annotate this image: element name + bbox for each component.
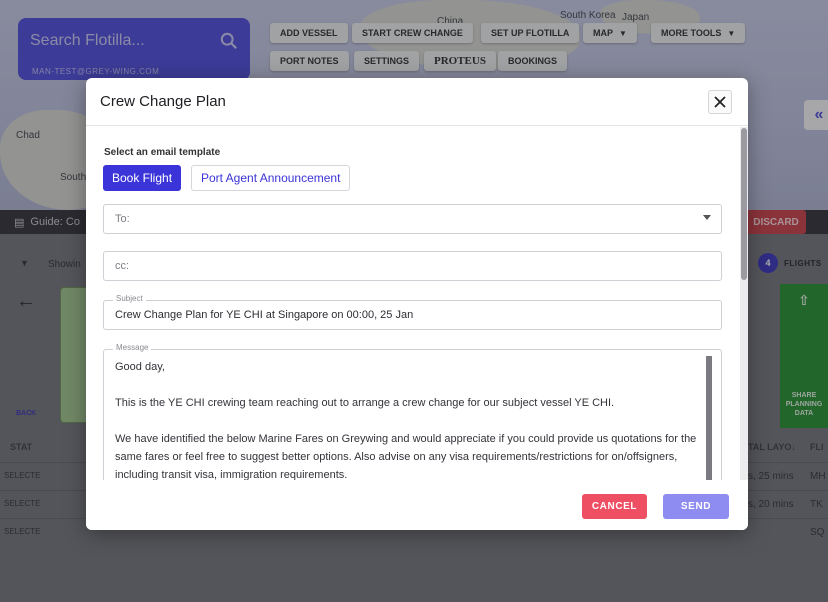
dialog-title: Crew Change Plan (100, 93, 226, 110)
dialog-scrollbar[interactable] (741, 128, 747, 280)
to-placeholder: To: (115, 213, 130, 225)
template-book-flight-button[interactable]: Book Flight (103, 165, 182, 191)
cancel-button[interactable]: CANCEL (582, 494, 647, 519)
message-paragraph: This is the YE CHI crewing team reaching… (115, 397, 615, 409)
message-scrollbar[interactable] (706, 356, 712, 480)
subject-value: Crew Change Plan for YE CHI at Singapore… (115, 309, 414, 321)
subject-label: Subject (113, 294, 146, 303)
message-label: Message (113, 343, 152, 352)
close-button[interactable] (708, 90, 732, 114)
message-paragraph: We have identified the below Marine Fare… (115, 433, 697, 480)
message-paragraph: Good day, (115, 361, 165, 373)
chevron-down-icon[interactable] (703, 215, 711, 220)
close-icon (714, 96, 726, 108)
cc-placeholder: cc: (115, 260, 130, 272)
crew-change-plan-dialog: Crew Change Plan Select an email templat… (86, 78, 748, 530)
to-field[interactable]: To: (103, 204, 722, 234)
dialog-header: Crew Change Plan (86, 78, 748, 126)
dialog-body: Select an email template Book Flight Por… (86, 127, 740, 480)
subject-field[interactable]: Crew Change Plan for YE CHI at Singapore… (103, 300, 722, 330)
message-content: Good day, This is the YE CHI crewing tea… (115, 358, 705, 480)
template-label: Select an email template (104, 147, 221, 158)
cc-field[interactable]: cc: (103, 251, 722, 281)
template-port-agent-button[interactable]: Port Agent Announcement (191, 165, 351, 191)
message-textarea[interactable]: Good day, This is the YE CHI crewing tea… (103, 349, 722, 480)
dialog-footer: CANCEL SEND (86, 480, 748, 530)
send-button[interactable]: SEND (663, 494, 729, 519)
